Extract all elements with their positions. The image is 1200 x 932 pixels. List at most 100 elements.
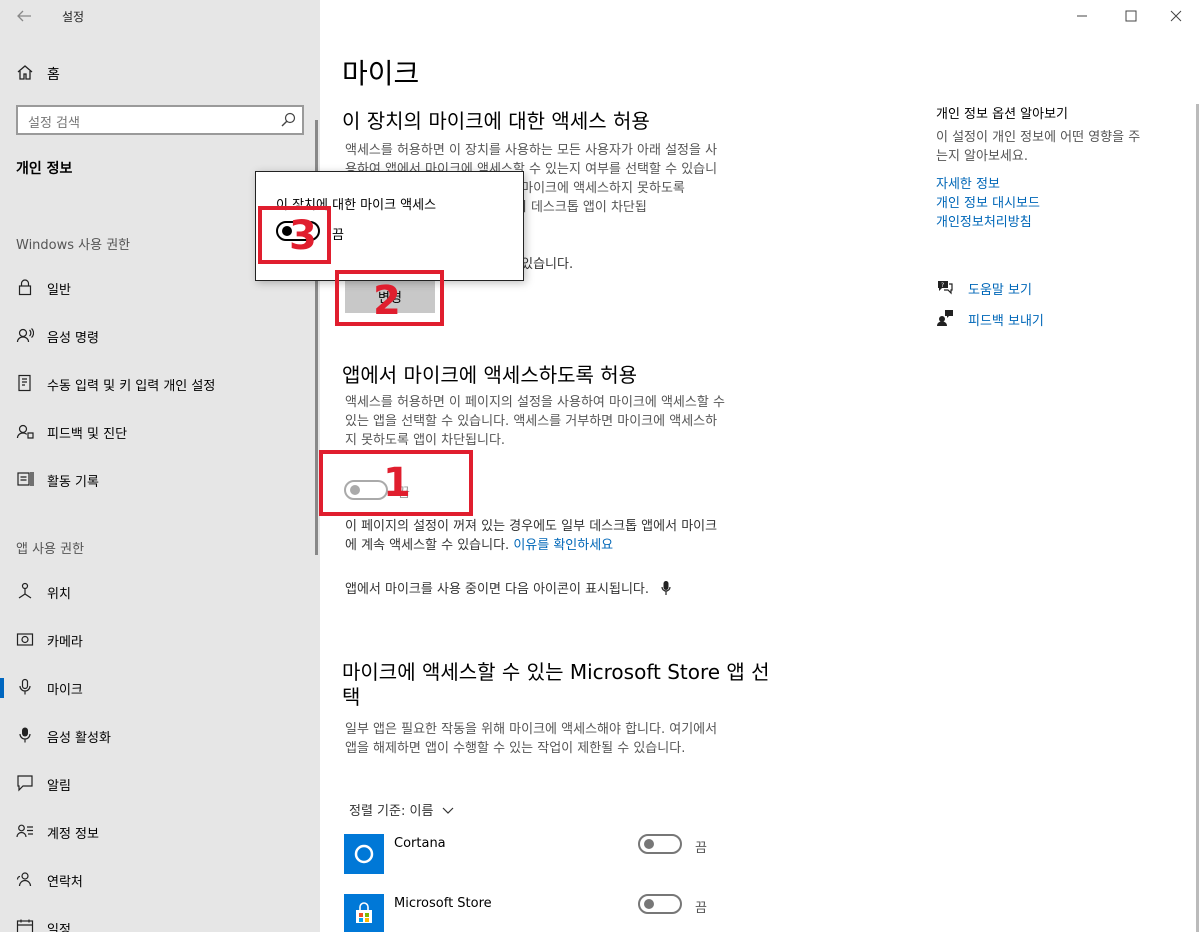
search-icon[interactable]: [280, 112, 296, 128]
app-name: Microsoft Store: [394, 896, 492, 911]
store-icon: [344, 894, 384, 932]
page-title: 마이크: [342, 57, 420, 90]
contacts-icon: [16, 872, 32, 887]
sidebar-item-calendar[interactable]: 일정: [0, 910, 320, 932]
app-access-description: 액세스를 허용하면 이 페이지의 설정을 사용하여 마이크에 액세스할 수 있는…: [345, 393, 795, 450]
app-title: 설정: [62, 10, 85, 24]
privacy-options-description: 이 설정이 개인 정보에 어떤 영향을 주 는지 알아보세요.: [936, 128, 1186, 166]
privacy-statement-link[interactable]: 개인정보처리방침: [936, 211, 1032, 230]
sidebar-item-speech[interactable]: 음성 명령: [0, 318, 320, 354]
notifications-icon: [17, 775, 33, 792]
sidebar-item-inking[interactable]: 수동 입력 및 키 입력 개인 설정: [0, 366, 320, 402]
note-line: 에 계속 액세스할 수 있습니다.: [345, 538, 510, 553]
sidebar-item-history[interactable]: 활동 기록: [0, 462, 320, 498]
microphone-icon: [19, 678, 31, 695]
desc-line: 있는 앱을 선택할 수 있습니다. 액세스를 거부하면 마이크에 액세스하: [345, 414, 718, 429]
app-access-heading: 앱에서 마이크에 액세스하도록 허용: [342, 363, 638, 387]
sidebar-item-label: 카메라: [47, 635, 83, 650]
minimize-icon[interactable]: [1072, 6, 1092, 26]
sidebar-item-label: 위치: [47, 587, 71, 602]
sidebar-item-label: 마이크: [47, 683, 83, 698]
back-arrow-icon[interactable]: [14, 6, 34, 26]
sidebar-item-label: 계정 정보: [47, 827, 99, 842]
desc-line: 액세스를 허용하면 이 장치를 사용하는 모든 사용자가 아래 설정을 사: [345, 143, 718, 158]
desc-line: 일부 앱은 필요한 작동을 위해 마이크에 액세스해야 합니다. 여기에서: [345, 722, 718, 737]
windows-permissions-label: Windows 사용 권한: [16, 238, 131, 253]
sidebar-item-account-info[interactable]: 계정 정보: [0, 814, 320, 850]
toggle-knob: [644, 839, 654, 849]
desc-line: 액세스를 허용하면 이 페이지의 설정을 사용하여 마이크에 액세스할 수: [345, 395, 725, 410]
heading-line: 택: [342, 685, 361, 709]
chevron-down-icon: [442, 807, 453, 814]
main-scrollbar[interactable]: [1196, 104, 1199, 932]
desc-line: 는지 알아보세요.: [936, 149, 1028, 164]
mic-icon-note-text: 앱에서 마이크를 사용 중이면 다음 아이콘이 표시됩니다.: [345, 582, 650, 597]
feedback-icon: [937, 310, 953, 326]
sidebar-item-microphone[interactable]: 마이크: [0, 670, 320, 706]
close-icon[interactable]: [1166, 6, 1186, 26]
search-input[interactable]: 설정 검색: [16, 105, 304, 135]
sidebar-item-label: 피드백 및 진단: [47, 427, 128, 442]
history-icon: [17, 472, 34, 486]
sidebar-item-diagnostics[interactable]: 피드백 및 진단: [0, 414, 320, 450]
annotation-number-1: 1: [383, 460, 411, 506]
get-help-label: 도움말 보기: [968, 283, 1032, 298]
sidebar-item-camera[interactable]: 카메라: [0, 622, 320, 658]
store-toggle[interactable]: [638, 894, 682, 914]
desc-line: 앱을 해제하면 앱이 수행할 수 있는 작업이 제한될 수 있습니다.: [345, 741, 686, 756]
app-toggle-label: 끔: [695, 901, 707, 916]
sidebar-item-label: 알림: [47, 779, 71, 794]
location-icon: [18, 582, 32, 599]
learn-more-link[interactable]: 자세한 정보: [936, 173, 1000, 192]
flyout-toggle-label: 끔: [332, 228, 344, 243]
cortana-toggle[interactable]: [638, 834, 682, 854]
sort-dropdown[interactable]: 정렬 기준: 이름: [349, 800, 454, 819]
diagnostics-icon: [16, 424, 34, 439]
desktop-apps-note: 이 페이지의 설정이 꺼져 있는 경우에도 일부 데스크톱 앱에서 마이크 에 …: [345, 517, 805, 555]
app-permissions-label: 앱 사용 권한: [16, 542, 85, 557]
heading-line: 마이크에 액세스할 수 있는 Microsoft Store 앱 선: [342, 660, 770, 684]
app-name: Cortana: [394, 836, 446, 851]
sidebar-item-label: 음성 활성화: [47, 731, 111, 746]
note-line: 이 페이지의 설정이 꺼져 있는 경우에도 일부 데스크톱 앱에서 마이크: [345, 519, 718, 534]
toggle-knob: [644, 899, 654, 909]
voice-activation-icon: [19, 727, 31, 743]
camera-icon: [16, 633, 34, 646]
title-bar: 설정: [0, 0, 320, 32]
sidebar-item-label: 일정: [47, 923, 71, 932]
store-apps-description: 일부 앱은 필요한 작동을 위해 마이크에 액세스해야 합니다. 여기에서 앱을…: [345, 720, 795, 758]
desc-line: 이 설정이 개인 정보에 어떤 영향을 주: [936, 130, 1141, 145]
help-icon: ?: [938, 281, 953, 295]
store-apps-heading: 마이크에 액세스할 수 있는 Microsoft Store 앱 선 택: [342, 660, 802, 710]
account-info-icon: [16, 824, 33, 838]
sidebar-item-location[interactable]: 위치: [0, 574, 320, 610]
learn-why-link[interactable]: 이유를 확인하세요: [513, 538, 613, 553]
section-title: 개인 정보: [16, 161, 73, 177]
speech-icon: [16, 328, 34, 343]
sidebar-item-contacts[interactable]: 연락처: [0, 862, 320, 898]
annotation-number-3: 3: [289, 213, 317, 259]
sidebar-item-label: 일반: [47, 283, 71, 298]
lock-icon: [18, 279, 32, 296]
send-feedback-label: 피드백 보내기: [968, 314, 1044, 329]
nav-home[interactable]: 홈: [0, 58, 320, 88]
annotation-number-2: 2: [373, 278, 401, 324]
sidebar-item-label: 수동 입력 및 키 입력 개인 설정: [47, 379, 216, 394]
calendar-icon: [16, 919, 34, 932]
sort-label: 정렬 기준: 이름: [349, 804, 434, 819]
home-icon: [17, 65, 33, 80]
app-toggle-label: 끔: [695, 841, 707, 856]
sidebar-item-label: 연락처: [47, 875, 83, 890]
svg-text:?: ?: [941, 282, 944, 289]
nav-home-label: 홈: [47, 67, 60, 83]
sidebar: 설정 홈 설정 검색 개인 정보 Windows 사용 권한 일반 음성 명령 …: [0, 0, 320, 932]
maximize-icon[interactable]: [1121, 6, 1141, 26]
privacy-dashboard-link[interactable]: 개인 정보 대시보드: [936, 192, 1040, 211]
search-placeholder: 설정 검색: [28, 116, 80, 131]
device-access-heading: 이 장치의 마이크에 대한 액세스 허용: [342, 109, 650, 133]
inking-icon: [18, 374, 31, 392]
sidebar-item-notifications[interactable]: 알림: [0, 766, 320, 802]
sidebar-item-voice-activation[interactable]: 음성 활성화: [0, 718, 320, 754]
sidebar-item-label: 음성 명령: [47, 331, 99, 346]
privacy-options-title: 개인 정보 옵션 알아보기: [936, 107, 1068, 122]
